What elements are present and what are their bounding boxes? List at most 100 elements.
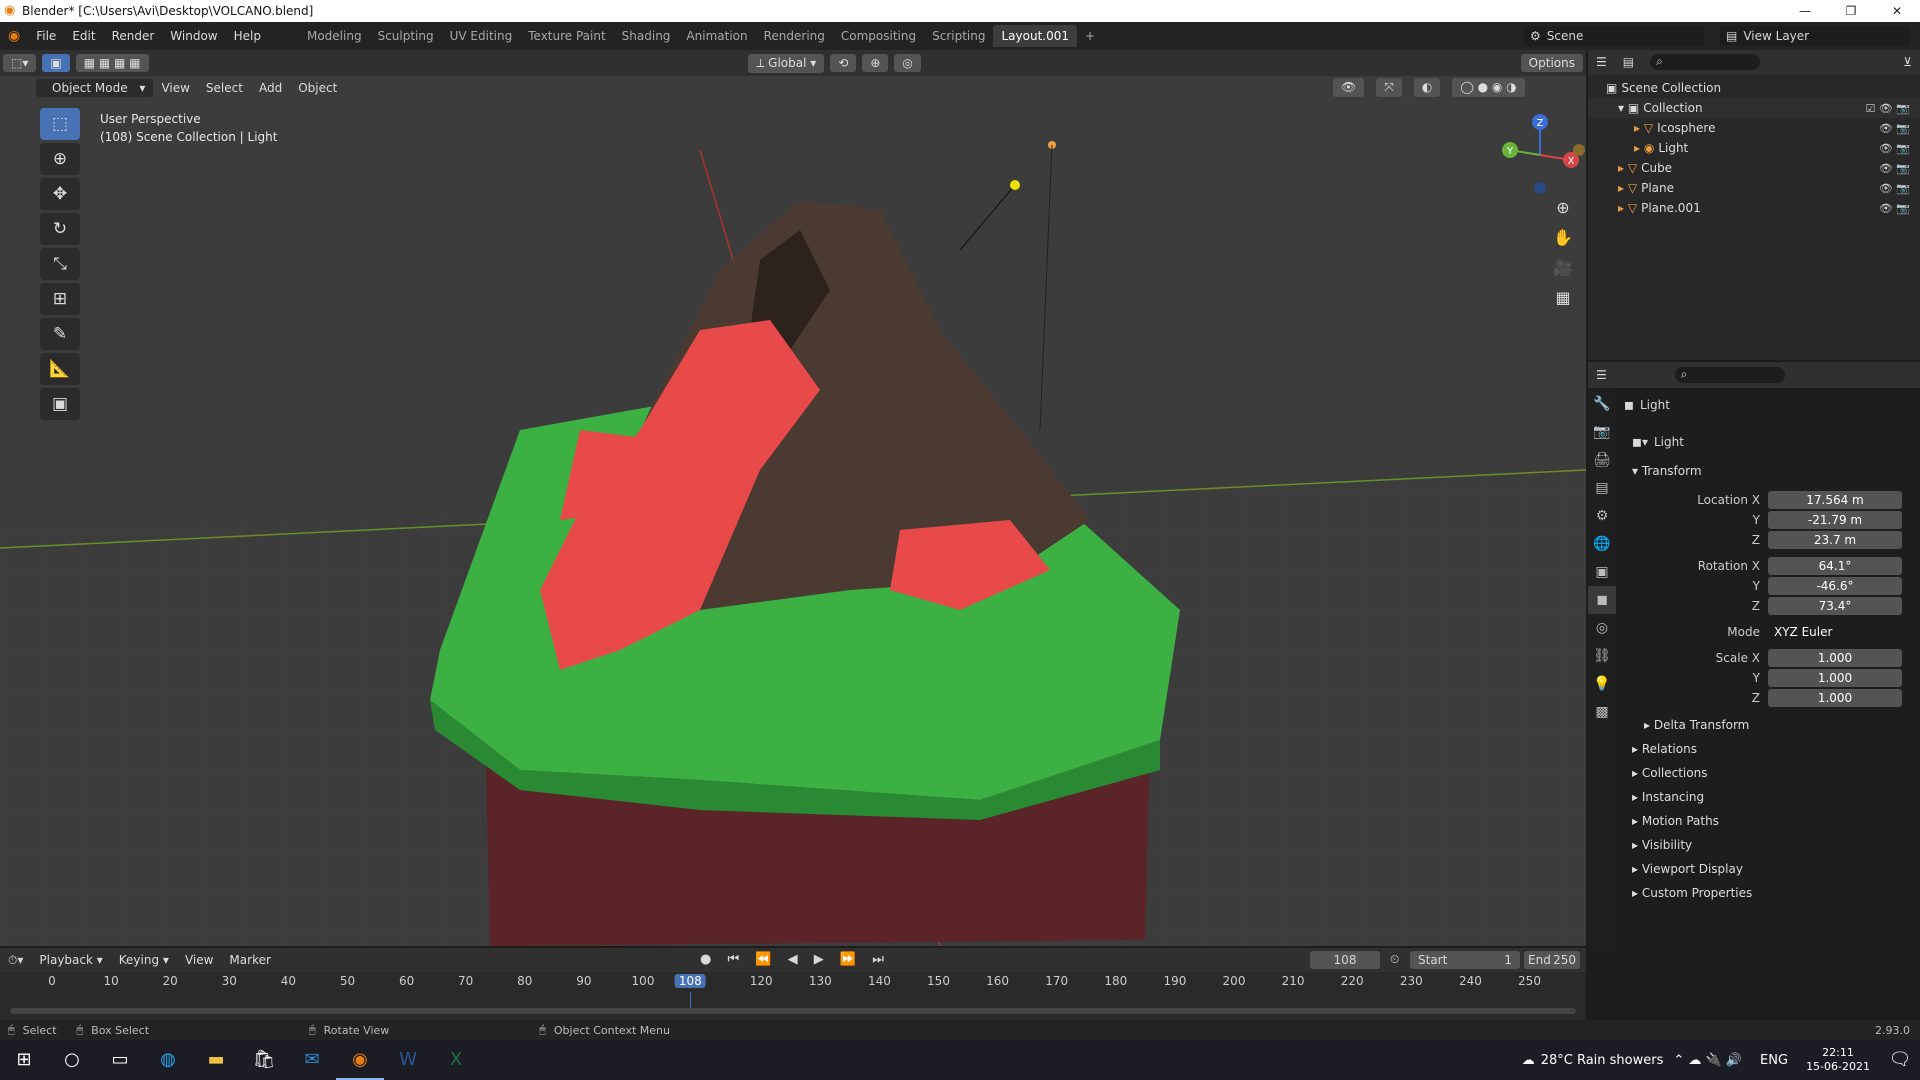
gizmo-toggle-button[interactable]: ⤧ [1376,78,1402,97]
snap-button[interactable]: ⊕ [862,54,889,72]
outliner-search-input[interactable]: ⌕ [1650,54,1761,70]
mail-icon[interactable]: ✉ [288,1040,336,1080]
current-frame-field[interactable]: 108 [1310,951,1380,969]
properties-editor-icon[interactable]: ☰ [1588,368,1615,382]
minimize-button[interactable]: — [1782,0,1828,22]
filter-icon[interactable]: ⊻ [1895,55,1920,69]
clock[interactable]: 22:11 15-06-2021 [1796,1046,1880,1074]
tool-tab[interactable]: 🔧 [1588,390,1616,418]
proportional-edit-button[interactable]: ◎ [894,54,921,72]
menu-select[interactable]: Select [198,79,251,97]
scale-y-field[interactable]: 1.000 [1768,669,1902,687]
collection-tab[interactable]: ▣ [1588,558,1616,586]
tab-scripting[interactable]: Scripting [924,25,993,47]
restore-button[interactable]: ❐ [1828,0,1874,22]
delta-transform-section[interactable]: ▸ Delta Transform [1644,718,1749,732]
task-view-icon[interactable]: ▭ [96,1040,144,1080]
measure-tool-button[interactable]: 📐 [40,353,80,385]
object-tab[interactable]: ◼ [1588,586,1616,614]
visibility-button[interactable]: 👁 [1333,78,1365,97]
menu-file[interactable]: File [28,29,64,43]
timeline-scrollbar[interactable] [10,1008,1576,1014]
tab-compositing[interactable]: Compositing [833,25,924,47]
visibility-section[interactable]: ▸ Visibility [1632,838,1692,852]
tab-modeling[interactable]: Modeling [299,25,370,47]
display-mode-icon[interactable]: ▤ [1615,55,1642,69]
menu-help[interactable]: Help [226,29,269,43]
notification-icon[interactable]: 🗨 [1880,1040,1920,1080]
menu-timeline-view[interactable]: View [177,953,221,967]
rotation-z-field[interactable]: 73.4° [1768,597,1902,615]
close-button[interactable]: ✕ [1874,0,1920,22]
viewport-display-section[interactable]: ▸ Viewport Display [1632,862,1743,876]
tab-uv-editing[interactable]: UV Editing [442,25,521,47]
eye-icon[interactable]: 👁 📷 [1879,182,1910,195]
tray-icons[interactable]: ⌃ ☁ 🔌 🔊 [1663,1053,1752,1068]
output-tab[interactable]: 🖨 [1588,446,1616,474]
properties-search-input[interactable]: ⌕ [1674,367,1785,383]
timeline-editor-icon[interactable]: ⏱▾ [0,953,31,968]
tab-layout-001[interactable]: Layout.001 [993,25,1077,47]
menu-edit[interactable]: Edit [64,29,103,43]
eye-icon[interactable]: ☑ 👁 📷 [1865,102,1910,115]
add-cube-tool-button[interactable]: ▣ [40,388,80,420]
play-icon[interactable]: ▶ [814,952,830,967]
annotate-tool-button[interactable]: ✎ [40,318,80,350]
transform-tool-button[interactable]: ⊞ [40,283,80,315]
add-workspace-button[interactable]: + [1077,25,1103,47]
relations-section[interactable]: ▸ Relations [1632,742,1697,756]
motion-paths-section[interactable]: ▸ Motion Paths [1632,814,1719,828]
collections-section[interactable]: ▸ Collections [1632,766,1707,780]
search-icon[interactable]: ○ [48,1040,96,1080]
blender-menu-icon[interactable]: ◉ [0,28,28,44]
transform-section-header[interactable]: ▾ Transform [1632,464,1702,478]
menu-view[interactable]: View [153,79,197,97]
playback-controls[interactable]: ● ⏮ ⏪ ◀ ▶ ⏩ ⏭ [700,952,890,967]
3d-viewport[interactable] [0,50,1586,946]
world-tab[interactable]: 🌐 [1588,530,1616,558]
eye-icon[interactable]: 👁 📷 [1879,122,1910,135]
rotation-x-field[interactable]: 64.1° [1768,557,1902,575]
menu-keying[interactable]: Keying ▾ [111,953,177,967]
playhead-line[interactable] [690,992,692,1008]
editor-type-button[interactable]: ⬚▾ [3,54,37,72]
options-button[interactable]: Options [1520,54,1583,72]
word-icon[interactable]: W [384,1040,432,1080]
hand-icon[interactable]: ✋ [1548,228,1578,258]
scale-x-field[interactable]: 1.000 [1768,649,1902,667]
scale-z-field[interactable]: 1.000 [1768,689,1902,707]
outliner-item-light[interactable]: ▸ ◉ Light 👁 📷 [1588,138,1920,158]
camera-view-icon[interactable]: 🎥 [1548,258,1578,288]
store-icon[interactable]: 🛍 [240,1040,288,1080]
outliner-item-cube[interactable]: ▸ ▽ Cube 👁 📷 [1588,158,1920,178]
start-frame-field[interactable]: Start 1 [1410,951,1520,969]
outliner-item-plane-001[interactable]: ▸ ▽ Plane.001 👁 📷 [1588,198,1920,218]
rotation-mode-dropdown[interactable]: XYZ Euler [1768,623,1902,641]
outliner-editor-icon[interactable]: ☰ [1588,55,1615,69]
view-layer-tab[interactable]: ▤ [1588,474,1616,502]
tab-animation[interactable]: Animation [678,25,755,47]
view-layer-selector[interactable]: ▤ View Layer [1720,26,1910,46]
data-tab[interactable]: 💡 [1588,670,1616,698]
language-label[interactable]: ENG [1752,1053,1796,1068]
eye-icon[interactable]: 👁 📷 [1879,202,1910,215]
file-explorer-icon[interactable]: ▬ [192,1040,240,1080]
scene-tab[interactable]: ⚙ [1588,502,1616,530]
outliner-item-icosphere[interactable]: ▸ ▽ Icosphere 👁 📷 [1588,118,1920,138]
eye-icon[interactable]: 👁 📷 [1879,162,1910,175]
pivot-button[interactable]: ⟲ [830,54,857,72]
windows-start-icon[interactable]: ⊞ [0,1040,48,1080]
menu-object[interactable]: Object [290,79,345,97]
tab-rendering[interactable]: Rendering [756,25,833,47]
menu-marker[interactable]: Marker [221,953,278,967]
location-x-field[interactable]: 17.564 m [1768,491,1902,509]
location-y-field[interactable]: -21.79 m [1768,511,1902,529]
tab-shading[interactable]: Shading [614,25,679,47]
menu-render[interactable]: Render [104,29,163,43]
eye-icon[interactable]: 👁 📷 [1879,142,1910,155]
rotate-tool-button[interactable]: ↻ [40,213,80,245]
navigation-gizmo[interactable]: Z X Y [1495,110,1585,200]
location-z-field[interactable]: 23.7 m [1768,531,1902,549]
weather-label[interactable]: 28°C Rain showers [1541,1053,1664,1068]
zoom-icon[interactable]: ⊕ [1548,198,1578,228]
